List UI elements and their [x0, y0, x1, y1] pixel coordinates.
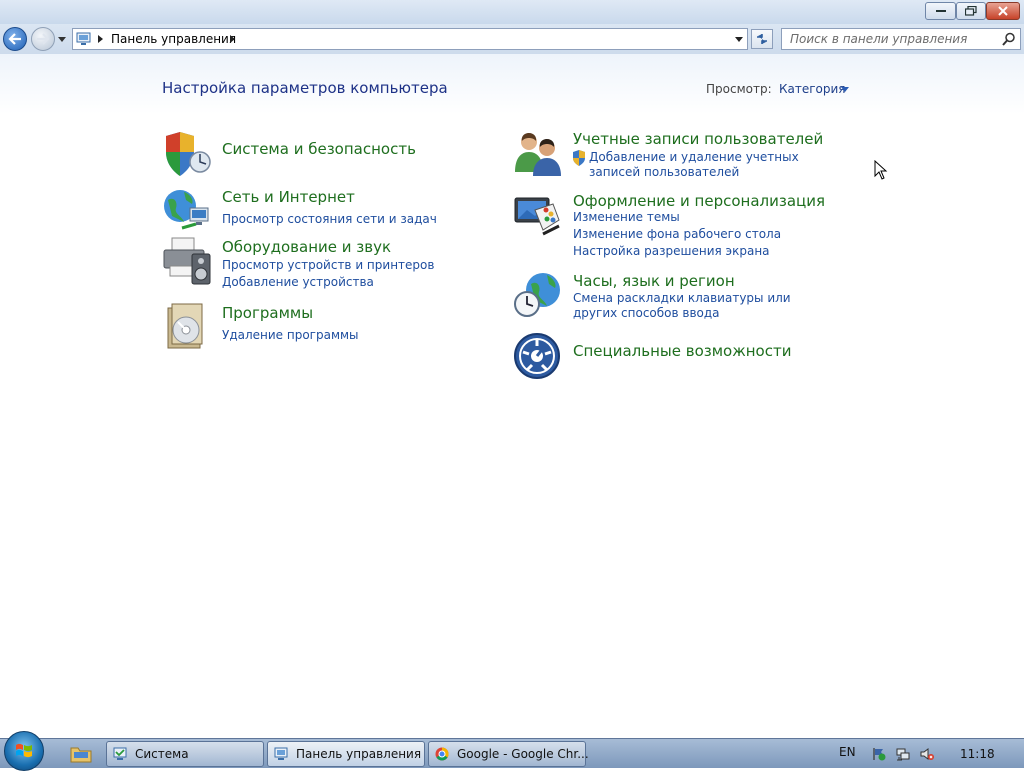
- category-title[interactable]: Учетные записи пользователей: [573, 130, 823, 148]
- breadcrumb-chevron-icon[interactable]: [230, 35, 235, 43]
- view-by-dropdown[interactable]: Категория: [779, 82, 846, 96]
- page-title: Настройка параметров компьютера: [162, 79, 448, 97]
- taskbar: Система Панель управления Google - Googl…: [0, 731, 1024, 771]
- refresh-icon: [757, 34, 767, 44]
- category-clock-language-region: Часы, язык и регион Смена раскладки клав…: [513, 270, 843, 326]
- control-panel-icon: [274, 747, 288, 760]
- taskbar-item-system[interactable]: Система: [106, 741, 264, 767]
- refresh-button[interactable]: [751, 29, 773, 49]
- restore-icon: [965, 6, 977, 16]
- category-title[interactable]: Система и безопасность: [222, 140, 416, 158]
- close-icon: [998, 6, 1008, 16]
- category-network-internet: Сеть и Интернет Просмотр состояния сети …: [162, 186, 462, 236]
- taskbar-item-label: Google - Google Chr...: [457, 747, 589, 761]
- category-user-accounts: Учетные записи пользователей Добавление …: [513, 128, 843, 182]
- view-by-label: Просмотр:: [706, 82, 772, 96]
- volume-muted-icon[interactable]: [920, 747, 934, 761]
- category-link[interactable]: Удаление программы: [222, 328, 359, 342]
- accessibility-icon[interactable]: [513, 332, 563, 382]
- control-panel-icon: [76, 32, 91, 45]
- minimize-icon: [935, 10, 946, 12]
- recent-pages-dropdown[interactable]: [57, 33, 67, 45]
- taskbar-item-control-panel[interactable]: Панель управления: [267, 741, 425, 767]
- restore-button[interactable]: [956, 2, 986, 20]
- system-icon: [113, 747, 127, 760]
- navigation-bar: Панель управления: [0, 24, 1024, 54]
- minimize-button[interactable]: [925, 2, 956, 20]
- back-button[interactable]: [3, 27, 27, 51]
- address-dropdown-icon[interactable]: [735, 37, 743, 42]
- category-link[interactable]: Просмотр устройств и принтеров: [222, 258, 434, 272]
- category-title[interactable]: Программы: [222, 304, 313, 322]
- start-button[interactable]: [4, 731, 44, 771]
- monitor-palette-icon[interactable]: [513, 190, 563, 240]
- category-title[interactable]: Сеть и Интернет: [222, 188, 355, 206]
- shield-icon[interactable]: [162, 130, 212, 180]
- forward-button[interactable]: [31, 27, 55, 51]
- taskbar-item-chrome[interactable]: Google - Google Chr...: [428, 741, 589, 767]
- arrow-right-icon: [37, 33, 50, 45]
- arrow-left-icon: [8, 33, 21, 45]
- search-input[interactable]: [782, 29, 1000, 49]
- users-icon[interactable]: [513, 128, 563, 178]
- category-programs: Программы Удаление программы: [162, 302, 462, 352]
- view-by-chevron-icon[interactable]: [841, 87, 849, 92]
- network-icon[interactable]: [896, 747, 910, 761]
- window-titlebar: [0, 0, 1024, 24]
- category-system-security: Система и безопасность: [162, 130, 462, 180]
- search-box[interactable]: [781, 28, 1021, 50]
- category-link[interactable]: Добавление устройства: [222, 275, 374, 289]
- search-icon[interactable]: [1002, 32, 1016, 46]
- chrome-icon: [435, 747, 449, 761]
- category-link[interactable]: Просмотр состояния сети и задач: [222, 212, 437, 226]
- network-globe-icon[interactable]: [162, 186, 212, 236]
- category-title[interactable]: Специальные возможности: [573, 342, 791, 360]
- category-title[interactable]: Часы, язык и регион: [573, 272, 735, 290]
- category-title[interactable]: Оформление и персонализация: [573, 192, 825, 210]
- windows-logo-icon: [16, 743, 32, 758]
- taskbar-item-label: Система: [135, 747, 189, 761]
- category-link[interactable]: Добавление и удаление учетных записей по…: [589, 150, 829, 180]
- category-accessibility: Специальные возможности: [513, 332, 843, 382]
- folder-icon[interactable]: [68, 743, 94, 765]
- printer-speaker-icon[interactable]: [162, 236, 212, 286]
- mouse-cursor-icon: [874, 160, 888, 180]
- category-hardware-sound: Оборудование и звук Просмотр устройств и…: [162, 236, 462, 292]
- address-bar[interactable]: Панель управления: [72, 28, 748, 50]
- breadcrumb-chevron-icon[interactable]: [98, 35, 103, 43]
- security-flag-icon[interactable]: [872, 747, 886, 761]
- category-appearance-personalization: Оформление и персонализация Изменение те…: [513, 190, 843, 260]
- clock[interactable]: 11:18: [960, 747, 995, 761]
- language-indicator[interactable]: EN: [839, 745, 856, 759]
- clock-globe-icon[interactable]: [513, 270, 563, 320]
- breadcrumb-control-panel[interactable]: Панель управления: [111, 32, 236, 46]
- category-link[interactable]: Настройка разрешения экрана: [573, 244, 770, 258]
- uac-shield-icon: [573, 150, 585, 166]
- category-link[interactable]: Изменение темы: [573, 210, 680, 224]
- programs-disc-icon[interactable]: [162, 302, 212, 352]
- close-button[interactable]: [986, 2, 1020, 20]
- category-title[interactable]: Оборудование и звук: [222, 238, 391, 256]
- category-link[interactable]: Изменение фона рабочего стола: [573, 227, 781, 241]
- category-link[interactable]: Смена раскладки клавиатуры или других сп…: [573, 291, 813, 321]
- taskbar-item-label: Панель управления: [296, 747, 422, 761]
- control-panel-content: Настройка параметров компьютера Просмотр…: [0, 54, 1024, 738]
